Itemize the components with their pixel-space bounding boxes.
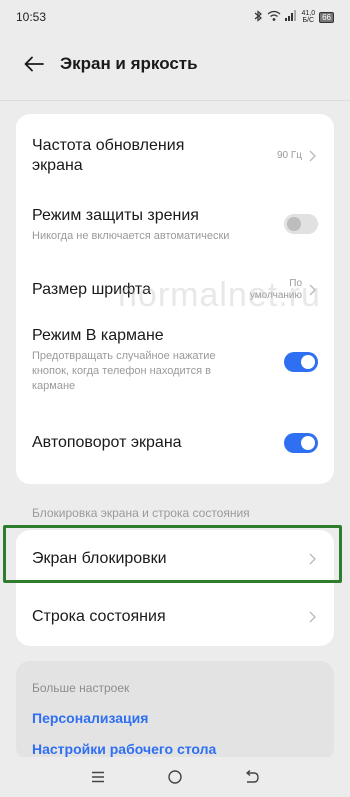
menu-button[interactable] — [83, 762, 113, 792]
header: Экран и яркость — [0, 42, 350, 86]
menu-icon — [92, 771, 105, 783]
back-button[interactable] — [14, 44, 54, 84]
signal-icon — [285, 10, 297, 24]
highlight-frame — [3, 525, 342, 583]
toggle-knob — [301, 355, 315, 369]
speed-unit: Б/С — [302, 17, 315, 24]
eye-protection-title: Режим защиты зрения — [32, 207, 199, 224]
display-settings-card: Частота обновления экрана 90 Гц Режим за… — [16, 114, 334, 484]
status-bar: 10:53 41,0 Б/С 66 — [0, 0, 350, 34]
eye-protection-row[interactable]: Режим защиты зрения Никогда не включаетс… — [16, 198, 334, 258]
back-nav-button[interactable] — [237, 762, 267, 792]
bluetooth-icon — [253, 9, 263, 25]
desktop-settings-link[interactable]: Настройки рабочего стола — [32, 741, 216, 757]
auto-rotate-row[interactable]: Автоповорот экрана — [16, 412, 334, 474]
toggle-knob — [301, 436, 315, 450]
status-bar-title: Строка состояния — [32, 608, 166, 625]
speed-value: 41,0 — [301, 10, 316, 17]
network-speed: 41,0 Б/С — [301, 10, 315, 24]
eye-protection-subtitle: Никогда не включается автоматически — [32, 230, 230, 242]
pocket-mode-subtitle: Предотвращать случайное нажатие кнопок, … — [32, 350, 216, 392]
font-size-title: Размер шрифта — [32, 281, 151, 298]
chevron-right-icon — [306, 284, 318, 296]
auto-rotate-toggle[interactable] — [284, 433, 318, 453]
home-icon — [168, 770, 182, 784]
home-button[interactable] — [160, 762, 190, 792]
arrow-left-icon — [24, 56, 44, 72]
refresh-rate-row[interactable]: Частота обновления экрана 90 Гц — [16, 114, 334, 198]
more-settings-card: Больше настроек Персонализация Настройки… — [16, 661, 334, 761]
pocket-mode-title: Режим В кармане — [32, 327, 164, 344]
personalization-link[interactable]: Персонализация — [32, 710, 148, 726]
navigation-bar — [0, 757, 350, 797]
more-settings-title: Больше настроек — [32, 681, 130, 695]
chevron-right-icon — [306, 611, 318, 623]
pocket-mode-row[interactable]: Режим В кармане Предотвращать случайное … — [16, 322, 334, 412]
divider — [0, 100, 350, 101]
status-time: 10:53 — [16, 10, 47, 24]
refresh-rate-title: Частота обновления экрана — [32, 137, 185, 174]
font-size-value: По умолчанию — [249, 278, 302, 301]
toggle-knob — [287, 217, 301, 231]
battery-icon: 66 — [319, 11, 334, 23]
eye-protection-toggle[interactable] — [284, 214, 318, 234]
status-bar-row[interactable]: Строка состояния — [16, 588, 334, 646]
page-title: Экран и яркость — [60, 54, 198, 73]
auto-rotate-title: Автоповорот экрана — [32, 434, 182, 451]
back-icon — [245, 770, 259, 783]
refresh-rate-value: 90 Гц — [276, 150, 302, 161]
status-icons: 41,0 Б/С 66 — [253, 9, 334, 25]
wifi-icon — [267, 10, 281, 25]
chevron-right-icon — [306, 150, 318, 162]
font-size-row[interactable]: Размер шрифта По умолчанию — [16, 258, 334, 322]
pocket-mode-toggle[interactable] — [284, 352, 318, 372]
section-label: Блокировка экрана и строка состояния — [32, 506, 250, 520]
